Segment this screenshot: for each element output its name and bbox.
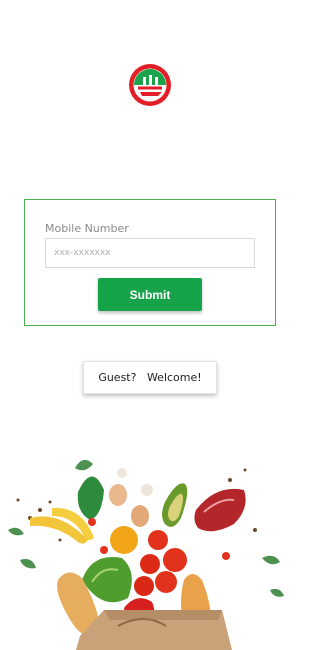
guest-welcome-button[interactable]: Guest? Welcome! xyxy=(83,361,217,394)
login-card: Mobile Number Submit xyxy=(24,199,276,326)
submit-button[interactable]: Submit xyxy=(98,278,202,311)
brand-logo-icon xyxy=(129,64,171,106)
grocery-bag-illustration xyxy=(8,459,284,650)
mobile-number-label: Mobile Number xyxy=(45,222,129,235)
mobile-number-input[interactable] xyxy=(45,238,255,268)
